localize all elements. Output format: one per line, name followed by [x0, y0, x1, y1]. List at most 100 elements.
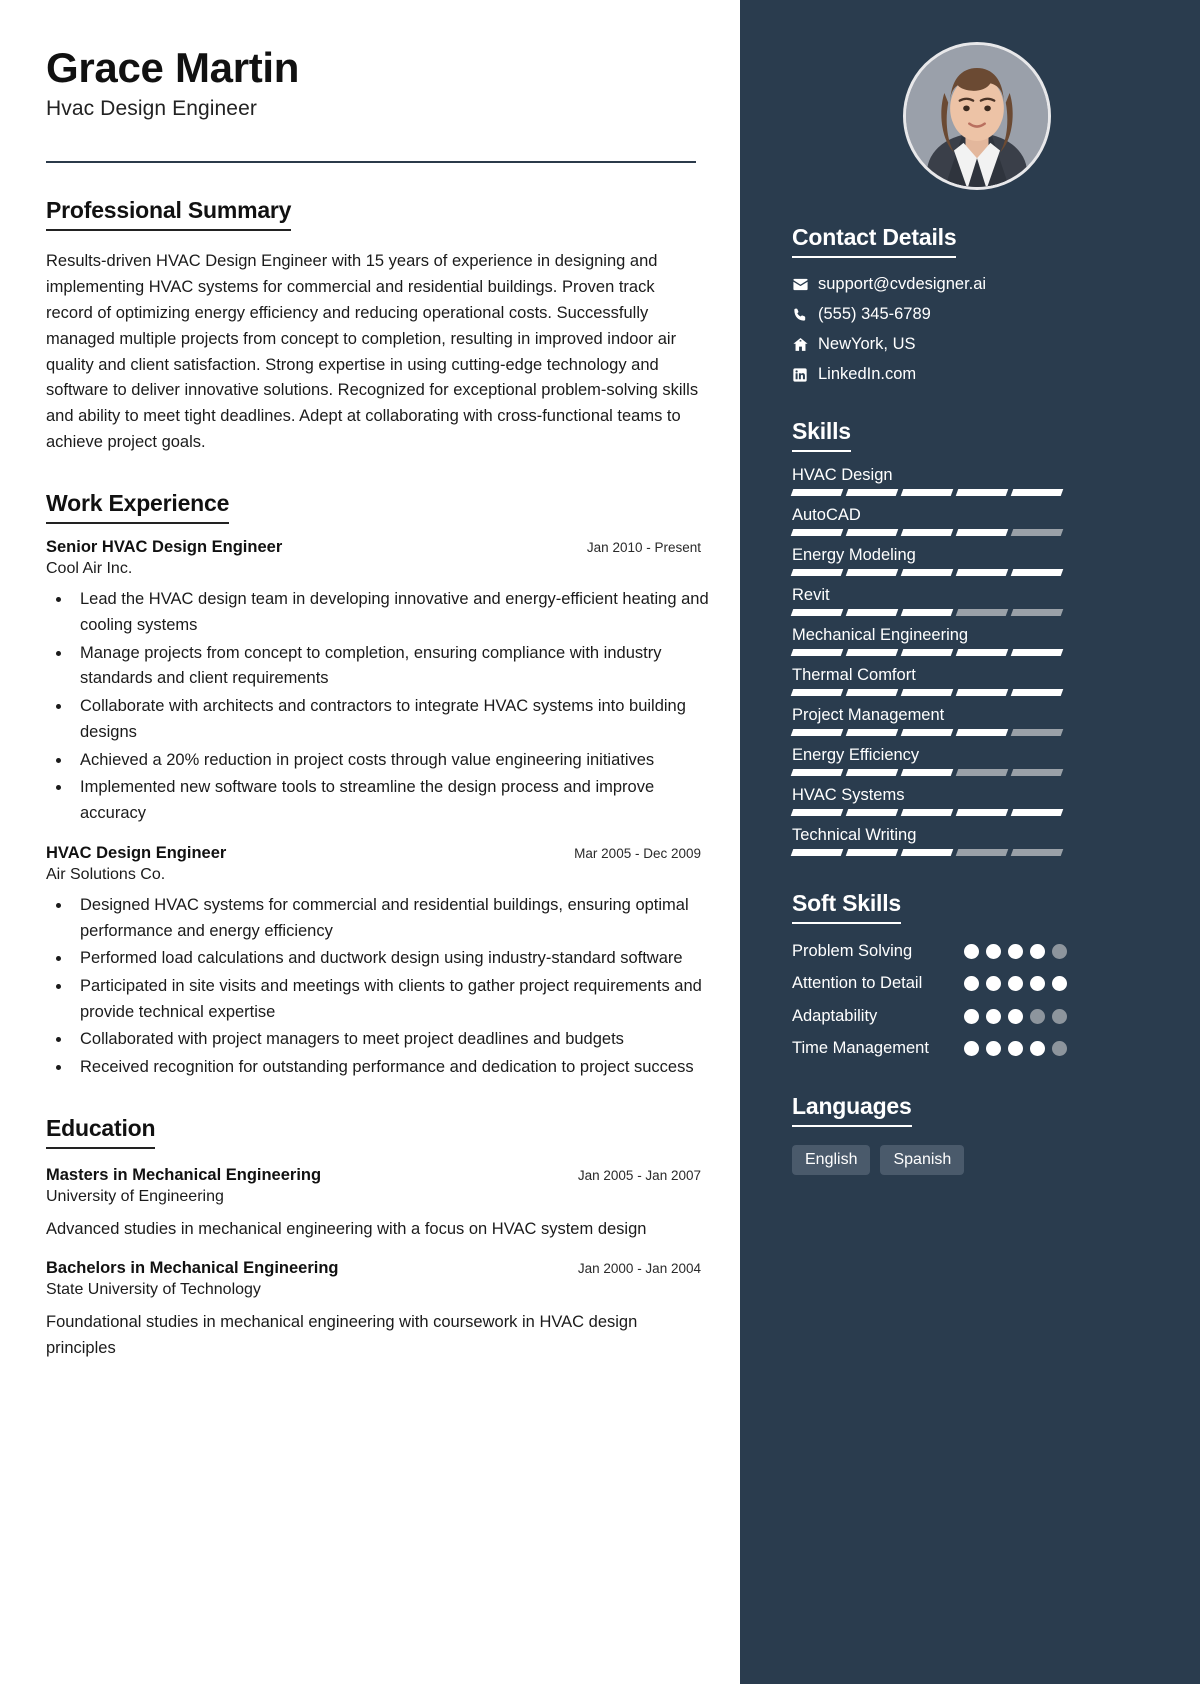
- education-entry: Bachelors in Mechanical Engineering Jan 2…: [46, 1259, 701, 1361]
- experience-bullet: Manage projects from concept to completi…: [72, 641, 712, 692]
- contact-list: support@cvdesigner.ai (555) 345-6789 NewYo…: [792, 275, 1162, 384]
- soft-skill-row: Attention to Detail: [792, 972, 1067, 994]
- skill-bar-segment: [845, 769, 899, 776]
- experience-entry: HVAC Design Engineer Mar 2005 - Dec 2009 A…: [46, 844, 702, 1081]
- experience-list: Senior HVAC Design Engineer Jan 2010 - Pr…: [46, 538, 709, 1081]
- skill-level-bar: [790, 689, 1064, 696]
- rating-dot: [986, 1008, 1001, 1024]
- work-experience-section: Work Experience Senior HVAC Design Engin…: [46, 490, 709, 1081]
- skill-bar-segment: [1010, 489, 1064, 496]
- skills-section: Skills HVAC Design AutoCAD Energy Modeling…: [790, 418, 1162, 856]
- soft-skill-rating: [964, 1005, 1067, 1024]
- experience-bullet: Collaborated with project managers to me…: [72, 1027, 712, 1053]
- skill-name: HVAC Systems: [792, 786, 905, 804]
- soft-skill-name: Attention to Detail: [792, 974, 923, 993]
- experience-bullet: Lead the HVAC design team in developing …: [72, 587, 712, 638]
- rating-dot: [986, 976, 1001, 992]
- experience-bullet: Received recognition for outstanding per…: [72, 1055, 712, 1081]
- rating-dot: [1030, 976, 1045, 992]
- skill-bar-segment: [900, 489, 954, 496]
- skill-bar-segment: [955, 689, 1009, 696]
- contact-value: (555) 345-6789: [818, 305, 931, 323]
- contact-row[interactable]: (555) 345-6789: [792, 305, 1162, 324]
- education-degree: Masters in Mechanical Engineering: [46, 1165, 322, 1184]
- experience-bullet-list: Designed HVAC systems for commercial and…: [72, 893, 712, 1081]
- skill-bar-segment: [955, 649, 1009, 656]
- skill-row: Revit: [790, 586, 1162, 616]
- contact-value: LinkedIn.com: [818, 365, 917, 383]
- skill-bar-segment: [1010, 609, 1064, 616]
- skill-bar-segment: [955, 609, 1009, 616]
- experience-date-range: Mar 2005 - Dec 2009: [574, 845, 701, 861]
- contact-row[interactable]: support@cvdesigner.ai: [792, 275, 1162, 294]
- experience-date-range: Jan 2010 - Present: [586, 540, 701, 556]
- soft-skill-row: Adaptability: [792, 1005, 1067, 1027]
- skill-row: Energy Modeling: [790, 546, 1162, 576]
- skill-level-bar: [790, 529, 1064, 536]
- skill-bar-segment: [1010, 649, 1064, 656]
- education-section: Education Masters in Mechanical Engineer…: [46, 1115, 701, 1362]
- rating-dot: [1030, 944, 1045, 959]
- skill-bar-segment: [845, 809, 899, 816]
- skill-level-bar: [790, 809, 1064, 816]
- experience-company: Cool Air Inc.: [46, 560, 133, 578]
- rating-dot: [1008, 1040, 1023, 1056]
- skill-bar-segment: [845, 649, 899, 656]
- skill-bar-segment: [790, 809, 844, 816]
- skill-bar-segment: [955, 489, 1009, 496]
- skill-level-bar: [790, 769, 1064, 776]
- rating-dot: [1052, 944, 1067, 959]
- summary-text: Results-driven HVAC Design Engineer with…: [46, 252, 699, 452]
- experience-bullet: Achieved a 20% reduction in project cost…: [72, 748, 712, 774]
- skill-bar-segment: [955, 809, 1009, 816]
- skill-name: Mechanical Engineering: [792, 626, 969, 644]
- education-date-range: Jan 2005 - Jan 2007: [577, 1167, 701, 1183]
- skill-bar-segment: [955, 849, 1009, 856]
- experience-bullet: Participated in site visits and meetings…: [72, 974, 712, 1025]
- skill-bar-segment: [790, 649, 844, 656]
- rating-dot: [1052, 976, 1067, 992]
- experience-bullet: Implemented new software tools to stream…: [72, 775, 712, 826]
- rating-dot: [1008, 944, 1023, 959]
- section-heading-languages: Languages: [792, 1093, 912, 1128]
- skill-level-bar: [790, 729, 1064, 736]
- email-icon: [792, 276, 818, 293]
- contact-value: NewYork, US: [818, 335, 916, 353]
- experience-company: Air Solutions Co.: [46, 865, 166, 883]
- rating-dot: [1008, 1008, 1023, 1024]
- skill-bar-segment: [790, 689, 844, 696]
- section-heading-skills: Skills: [792, 418, 851, 452]
- soft-skill-name: Problem Solving: [792, 942, 913, 960]
- experience-entry-header: Senior HVAC Design Engineer Jan 2010 - Pr…: [46, 538, 701, 557]
- skill-bar-segment: [845, 689, 899, 696]
- education-school: University of Engineering: [46, 1187, 224, 1205]
- contact-value: support@cvdesigner.ai: [818, 275, 987, 293]
- skill-name: Energy Modeling: [792, 546, 916, 564]
- skill-name: HVAC Design: [792, 466, 893, 484]
- rating-dot: [1008, 976, 1023, 992]
- soft-skill-row: Time Management: [792, 1037, 1067, 1059]
- skill-row: Energy Efficiency: [790, 746, 1162, 776]
- skill-level-bar: [790, 569, 1064, 576]
- linkedin-icon: [792, 367, 818, 383]
- skill-bar-segment: [955, 529, 1009, 536]
- skill-row: Mechanical Engineering: [790, 626, 1162, 656]
- rating-dot: [986, 944, 1001, 959]
- home-icon: [792, 336, 818, 353]
- experience-entry: Senior HVAC Design Engineer Jan 2010 - Pr…: [46, 538, 709, 827]
- skill-bar-segment: [790, 569, 844, 576]
- education-entry-header: Masters in Mechanical Engineering Jan 200…: [46, 1166, 701, 1185]
- skill-bar-segment: [790, 529, 844, 536]
- education-school: State University of Technology: [46, 1281, 261, 1299]
- contact-row[interactable]: NewYork, US: [792, 335, 1162, 354]
- skill-bar-segment: [1010, 529, 1064, 536]
- header-block: Grace Martin Hvac Design Engineer: [46, 44, 696, 164]
- languages-section: Languages English Spanish: [792, 1093, 1162, 1176]
- contact-row[interactable]: LinkedIn.com: [792, 365, 1162, 384]
- skill-bar-segment: [955, 729, 1009, 736]
- experience-job-title: Senior HVAC Design Engineer: [46, 538, 283, 557]
- header-divider: [46, 161, 696, 164]
- skill-bar-segment: [955, 769, 1009, 776]
- languages-list: English Spanish: [792, 1145, 1162, 1176]
- skill-row: AutoCAD: [790, 506, 1162, 536]
